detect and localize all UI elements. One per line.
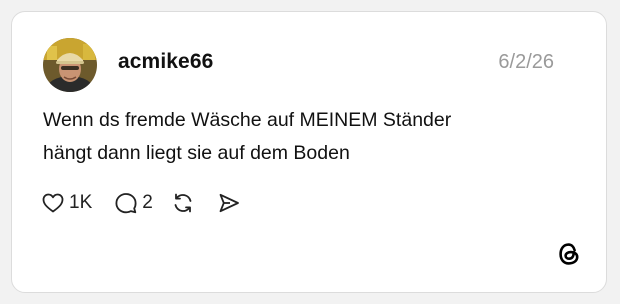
username[interactable]: acmike66 bbox=[118, 50, 213, 74]
threads-logo-icon[interactable] bbox=[556, 241, 582, 267]
repost-button[interactable] bbox=[171, 191, 195, 215]
speech-bubble-icon bbox=[114, 191, 138, 215]
post-card: acmike66 6/2/26 Wenn ds fremde Wäsche au… bbox=[11, 11, 607, 293]
share-button[interactable] bbox=[217, 191, 241, 215]
send-icon bbox=[217, 191, 241, 215]
like-button[interactable]: 1K bbox=[41, 191, 92, 215]
heart-icon bbox=[41, 191, 65, 215]
post-text-line: Wenn ds fremde Wäsche auf MEINEM Ständer bbox=[43, 109, 452, 131]
post-text-line: hängt dann liegt sie auf dem Boden bbox=[43, 142, 350, 164]
reply-button[interactable]: 2 bbox=[114, 191, 153, 215]
action-bar: 1K 2 bbox=[41, 189, 241, 217]
avatar[interactable] bbox=[43, 38, 97, 92]
post-text: Wenn ds fremde Wäsche auf MEINEM Ständer… bbox=[43, 104, 563, 170]
repost-icon bbox=[171, 191, 195, 215]
post-date: 6/2/26 bbox=[498, 51, 554, 73]
like-count: 1K bbox=[69, 192, 93, 213]
reply-count: 2 bbox=[142, 192, 153, 213]
